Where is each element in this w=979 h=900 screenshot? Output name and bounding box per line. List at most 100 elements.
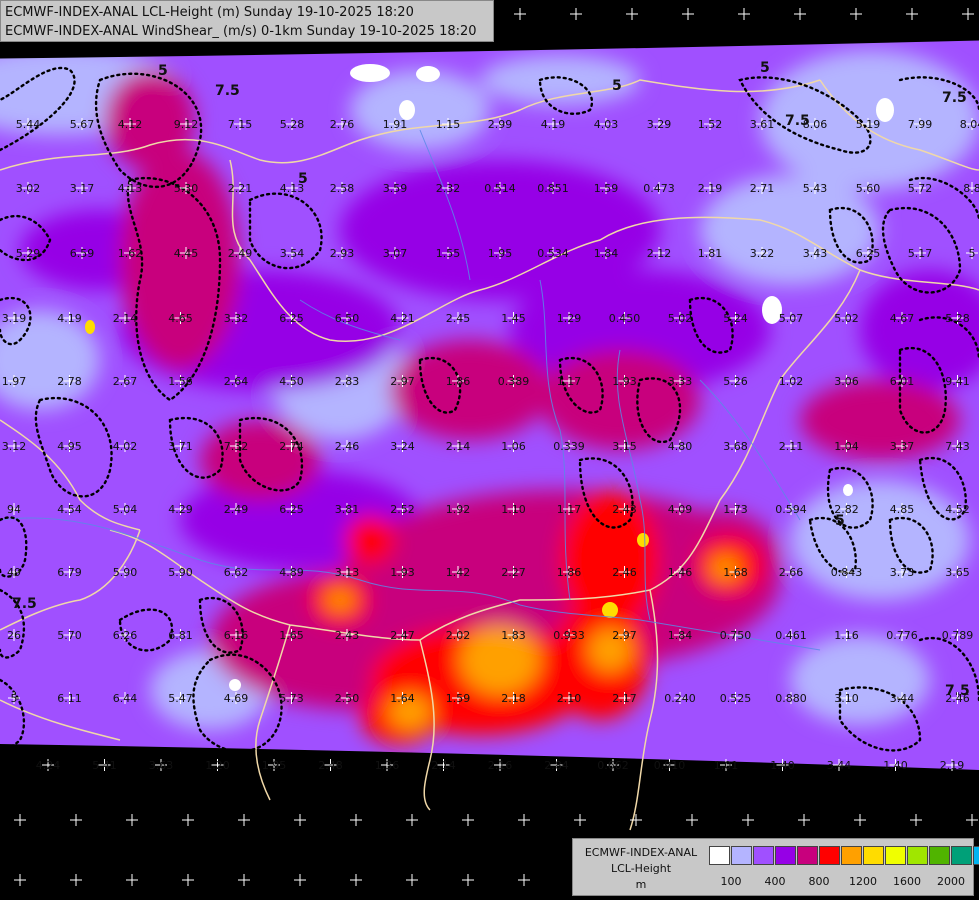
- outer-grid-mark: [462, 814, 474, 826]
- grid-value-label: 3.19: [2, 312, 27, 325]
- grid-value-label: 1.36: [375, 759, 400, 772]
- grid-value-label: 0.450: [609, 312, 641, 325]
- grid-value-label: 2.10: [557, 692, 582, 705]
- grid-value-label: 2.67: [113, 375, 138, 388]
- grid-value-label: 2.76: [330, 118, 355, 131]
- grid-value-label: 2.71: [750, 182, 775, 195]
- grid-value-label: 1.17: [557, 375, 582, 388]
- grid-value-label: 1.92: [446, 503, 471, 516]
- lcl-height-map: 5 7.5 5 7.5 5 7.5 5 7.5 5 7.5 5.44 5.67 4.…: [0, 8, 979, 886]
- grid-value-label: 4.50: [279, 375, 304, 388]
- grid-value-label: 4.67: [890, 312, 915, 325]
- outer-grid-mark: [126, 874, 138, 886]
- contour-label: 5: [158, 63, 168, 79]
- grid-value-label: 2.43: [335, 629, 360, 642]
- grid-value-label: 3.54: [280, 247, 305, 260]
- grid-value-label: 2.97: [390, 375, 415, 388]
- grid-value-label: 49: [7, 566, 21, 579]
- grid-value-label: 26: [7, 629, 21, 642]
- grid-value-label: 5.19: [856, 118, 881, 131]
- grid-value-label: 6.25: [856, 247, 881, 260]
- grid-value-label: 5.04: [113, 503, 138, 516]
- grid-value-label: 3.71: [168, 440, 193, 453]
- grid-value-label: 1.93: [390, 566, 415, 579]
- grid-value-label: 0.843: [831, 566, 863, 579]
- grid-value-label: 4.45: [174, 247, 199, 260]
- grid-value-label: 1.46: [668, 566, 693, 579]
- grid-value-label: 1.83: [501, 629, 526, 642]
- grid-value-label: 1.91: [383, 118, 408, 131]
- grid-value-label: 4.21: [390, 312, 415, 325]
- grid-value-label: 3.29: [647, 118, 672, 131]
- grid-value-label: 0.750: [720, 629, 752, 642]
- grid-value-label: 5.28: [280, 118, 305, 131]
- grid-value-label: 2.16: [488, 759, 513, 772]
- grid-value-label: 2.46: [945, 692, 970, 705]
- grid-value-label: 1.40: [883, 759, 908, 772]
- grid-value-label: 4.03: [594, 118, 619, 131]
- grid-value-label: 2.48: [318, 759, 343, 772]
- legend-swatch: [731, 846, 752, 865]
- grid-value-label: 7.43: [945, 440, 970, 453]
- grid-value-label: 6.11: [57, 692, 82, 705]
- grid-value-label: 3.43: [803, 247, 828, 260]
- grid-value-label: 0.594: [775, 503, 807, 516]
- grid-value-label: 1.93: [612, 375, 637, 388]
- legend-source: ECMWF-INDEX-ANAL: [584, 846, 698, 859]
- outer-grid-mark: [742, 814, 754, 826]
- grid-value-label: 0.534: [537, 247, 569, 260]
- grid-value-label: 5.26: [723, 375, 748, 388]
- grid-value-label: 2.74: [279, 440, 304, 453]
- grid-value-label: 3.81: [335, 503, 360, 516]
- grid-value-label: 1.01: [714, 759, 739, 772]
- grid-value-label: 3.22: [750, 247, 775, 260]
- grid-value-label: 2.17: [612, 692, 637, 705]
- outer-grid-mark: [462, 874, 474, 886]
- title-windshear: ECMWF-INDEX-ANAL WindShear_ (m/s) 0-1km …: [5, 24, 477, 39]
- grid-value-label: 2.11: [779, 440, 804, 453]
- grid-value-label: 4.52: [945, 503, 970, 516]
- grid-value-label: 4.12: [118, 118, 143, 131]
- grid-value-label: 0.933: [553, 629, 585, 642]
- contour-label: 5: [612, 78, 622, 94]
- grid-value-label: 5.17: [908, 247, 933, 260]
- grid-value-label: 5.02: [834, 312, 859, 325]
- legend-swatch: [863, 846, 884, 865]
- grid-value-label: 0.789: [942, 629, 974, 642]
- grid-value-label: 0.473: [643, 182, 675, 195]
- grid-value-label: 9.41: [945, 375, 970, 388]
- grid-value-label: 3.68: [723, 440, 748, 453]
- grid-value-label: 3.24: [390, 440, 415, 453]
- grid-value-label: 5.47: [168, 692, 193, 705]
- grid-value-label: 4.02: [113, 440, 138, 453]
- outer-grid-mark: [966, 814, 978, 826]
- grid-value-label: 2.02: [446, 629, 471, 642]
- legend-swatch: [907, 846, 928, 865]
- grid-value-label: 3.59: [383, 182, 408, 195]
- grid-value-label: 2.64: [224, 375, 249, 388]
- grid-value-label: 1.15: [436, 118, 461, 131]
- legend-swatch: [819, 846, 840, 865]
- legend-tick-label: 1200: [849, 875, 877, 888]
- grid-value-label: 1.95: [488, 247, 513, 260]
- grid-value-label: 5.70: [57, 629, 82, 642]
- outer-grid-mark: [406, 874, 418, 886]
- legend-swatch: [841, 846, 862, 865]
- outer-grid-mark: [182, 874, 194, 886]
- grid-value-label: 4.19: [57, 312, 82, 325]
- grid-value-label: 3.02: [16, 182, 41, 195]
- grid-value-label: 8.04: [960, 118, 979, 131]
- grid-value-label: 2.46: [335, 440, 360, 453]
- grid-value-label: 2.12: [647, 247, 672, 260]
- legend-tick-label: 100: [720, 875, 742, 888]
- outer-grid-mark: [350, 814, 362, 826]
- grid-value-label: 1.64: [390, 692, 415, 705]
- grid-value-label: 5.29: [16, 247, 41, 260]
- grid-value-label: 1.42: [446, 566, 471, 579]
- outer-grid-mark: [182, 814, 194, 826]
- outer-grid-mark: [574, 814, 586, 826]
- legend-swatch: [797, 846, 818, 865]
- grid-value-label: 2.97: [612, 629, 637, 642]
- grid-value-label: 2.84: [544, 759, 569, 772]
- grid-value-label: 1.65: [279, 629, 304, 642]
